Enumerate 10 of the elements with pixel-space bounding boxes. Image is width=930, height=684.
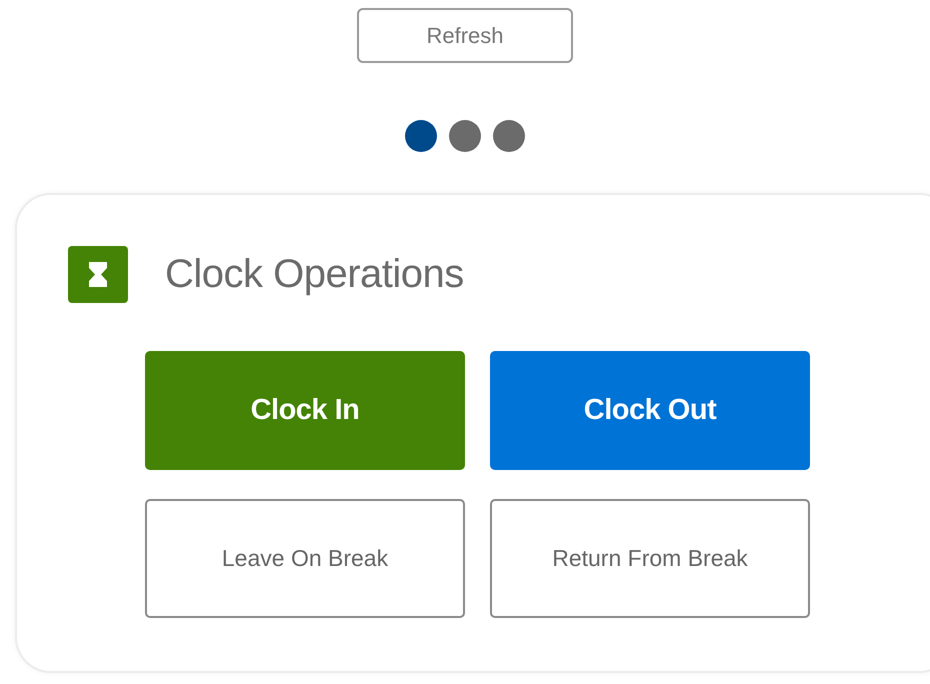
pager-dot[interactable]: [493, 120, 525, 152]
refresh-button[interactable]: Refresh: [357, 8, 573, 63]
action-button[interactable]: Leave On Break: [145, 499, 465, 618]
card-title: Clock Operations: [165, 252, 464, 297]
pager-dot[interactable]: [405, 120, 437, 152]
action-button[interactable]: Clock Out: [490, 351, 810, 470]
hourglass-icon: [68, 246, 128, 303]
action-button[interactable]: Clock In: [145, 351, 465, 470]
action-button[interactable]: Return From Break: [490, 499, 810, 618]
pager-dot[interactable]: [449, 120, 481, 152]
